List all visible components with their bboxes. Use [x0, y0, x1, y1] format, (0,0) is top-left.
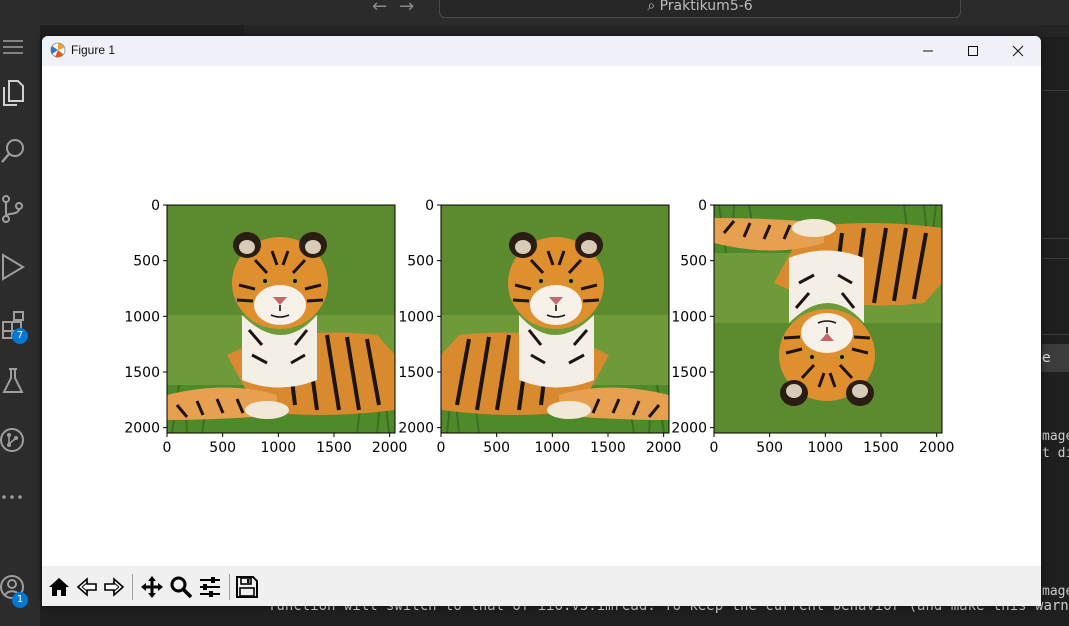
subplot-1	[166, 204, 396, 434]
x-tick-label: 1500	[590, 440, 626, 456]
close-button[interactable]	[995, 36, 1041, 66]
toolbar-separator	[229, 574, 230, 600]
tiger-image-original	[167, 205, 395, 433]
panel-button-label: e	[1042, 350, 1051, 366]
subplot-3	[713, 204, 943, 434]
maximize-button[interactable]	[950, 36, 996, 66]
git-graph-icon[interactable]	[0, 424, 26, 454]
x-tick-label: 1500	[863, 440, 899, 456]
divider	[1042, 258, 1069, 259]
accounts-badge: 1	[12, 592, 28, 608]
run-debug-icon[interactable]	[0, 252, 26, 282]
nav-arrows[interactable]: ←→	[372, 0, 426, 17]
source-control-icon[interactable]	[0, 194, 26, 224]
command-center-search[interactable]: ⌕ Praktikum5-6	[439, 0, 961, 18]
minimize-button[interactable]	[905, 36, 951, 66]
x-tick-label: 0	[163, 440, 172, 456]
forward-icon[interactable]	[101, 574, 127, 600]
y-tick-label: 2000	[398, 421, 434, 437]
testing-icon[interactable]	[0, 366, 26, 396]
figure-svg: 0 500 1000 1500 200005001000150020000 500 1000…	[124, 198, 955, 456]
divider	[1042, 238, 1069, 239]
tiger-image-flipped-vertical	[714, 205, 942, 433]
home-icon[interactable]	[46, 574, 72, 600]
x-tick-label: 1000	[261, 440, 297, 456]
y-tick-label: 2000	[124, 421, 160, 437]
x-tick-label: 0	[710, 440, 719, 456]
x-tick-label: 2000	[646, 440, 682, 456]
matplotlib-icon	[50, 42, 66, 58]
extensions-badge: 7	[12, 328, 28, 344]
toolbar-separator	[132, 574, 133, 600]
y-tick-label: 0	[151, 198, 160, 214]
plot-canvas[interactable]: 0 500 1000 1500 2000 0 500 1000 1500 2000 0 500 1000…	[42, 66, 1041, 566]
y-tick-label: 500	[680, 254, 707, 270]
zoom-icon[interactable]	[168, 574, 194, 600]
x-tick-label: 500	[756, 440, 783, 456]
subplot-2	[440, 204, 670, 434]
y-tick-label: 500	[133, 254, 160, 270]
y-tick-label: 0	[425, 198, 434, 214]
search-icon[interactable]	[0, 136, 26, 166]
back-icon[interactable]	[74, 574, 100, 600]
figure-titlebar[interactable]: Figure 1	[42, 36, 1041, 66]
y-tick-label: 1000	[124, 309, 160, 325]
search-text: Praktikum5-6	[659, 0, 753, 14]
divider	[1042, 90, 1069, 91]
y-tick-label: 1500	[124, 365, 160, 381]
figure-title: Figure 1	[71, 43, 116, 57]
y-tick-label: 1500	[398, 365, 434, 381]
x-tick-label: 500	[483, 440, 510, 456]
terminal-line: t di	[1042, 446, 1069, 461]
navigation-toolbar	[42, 566, 1041, 606]
y-tick-label: 500	[407, 254, 434, 270]
configure-subplots-icon[interactable]	[197, 574, 223, 600]
panel-button[interactable]: e	[1042, 344, 1069, 372]
y-tick-label: 2000	[671, 421, 707, 437]
x-tick-label: 1000	[535, 440, 571, 456]
tiger-image-flipped-horizontal	[441, 205, 669, 433]
save-icon[interactable]	[234, 574, 260, 600]
figure-window: Figure 1 0 500 1000 1500 2000 0 500 1000…	[42, 36, 1041, 606]
explorer-icon[interactable]	[0, 78, 26, 108]
x-tick-label: 1000	[808, 440, 844, 456]
x-tick-label: 2000	[919, 440, 955, 456]
x-tick-label: 1500	[316, 440, 352, 456]
y-tick-label: 1000	[671, 309, 707, 325]
x-tick-label: 500	[209, 440, 236, 456]
y-tick-label: 1000	[398, 309, 434, 325]
pan-icon[interactable]	[139, 574, 165, 600]
x-tick-label: 0	[437, 440, 446, 456]
more-icon[interactable]	[0, 482, 26, 512]
y-tick-label: 0	[698, 198, 707, 214]
menu-icon[interactable]	[0, 32, 26, 62]
x-tick-label: 2000	[372, 440, 408, 456]
divider	[1042, 334, 1069, 335]
terminal-line: mage	[1042, 584, 1069, 599]
terminal-line: mage	[1042, 429, 1069, 444]
y-tick-label: 1500	[671, 365, 707, 381]
